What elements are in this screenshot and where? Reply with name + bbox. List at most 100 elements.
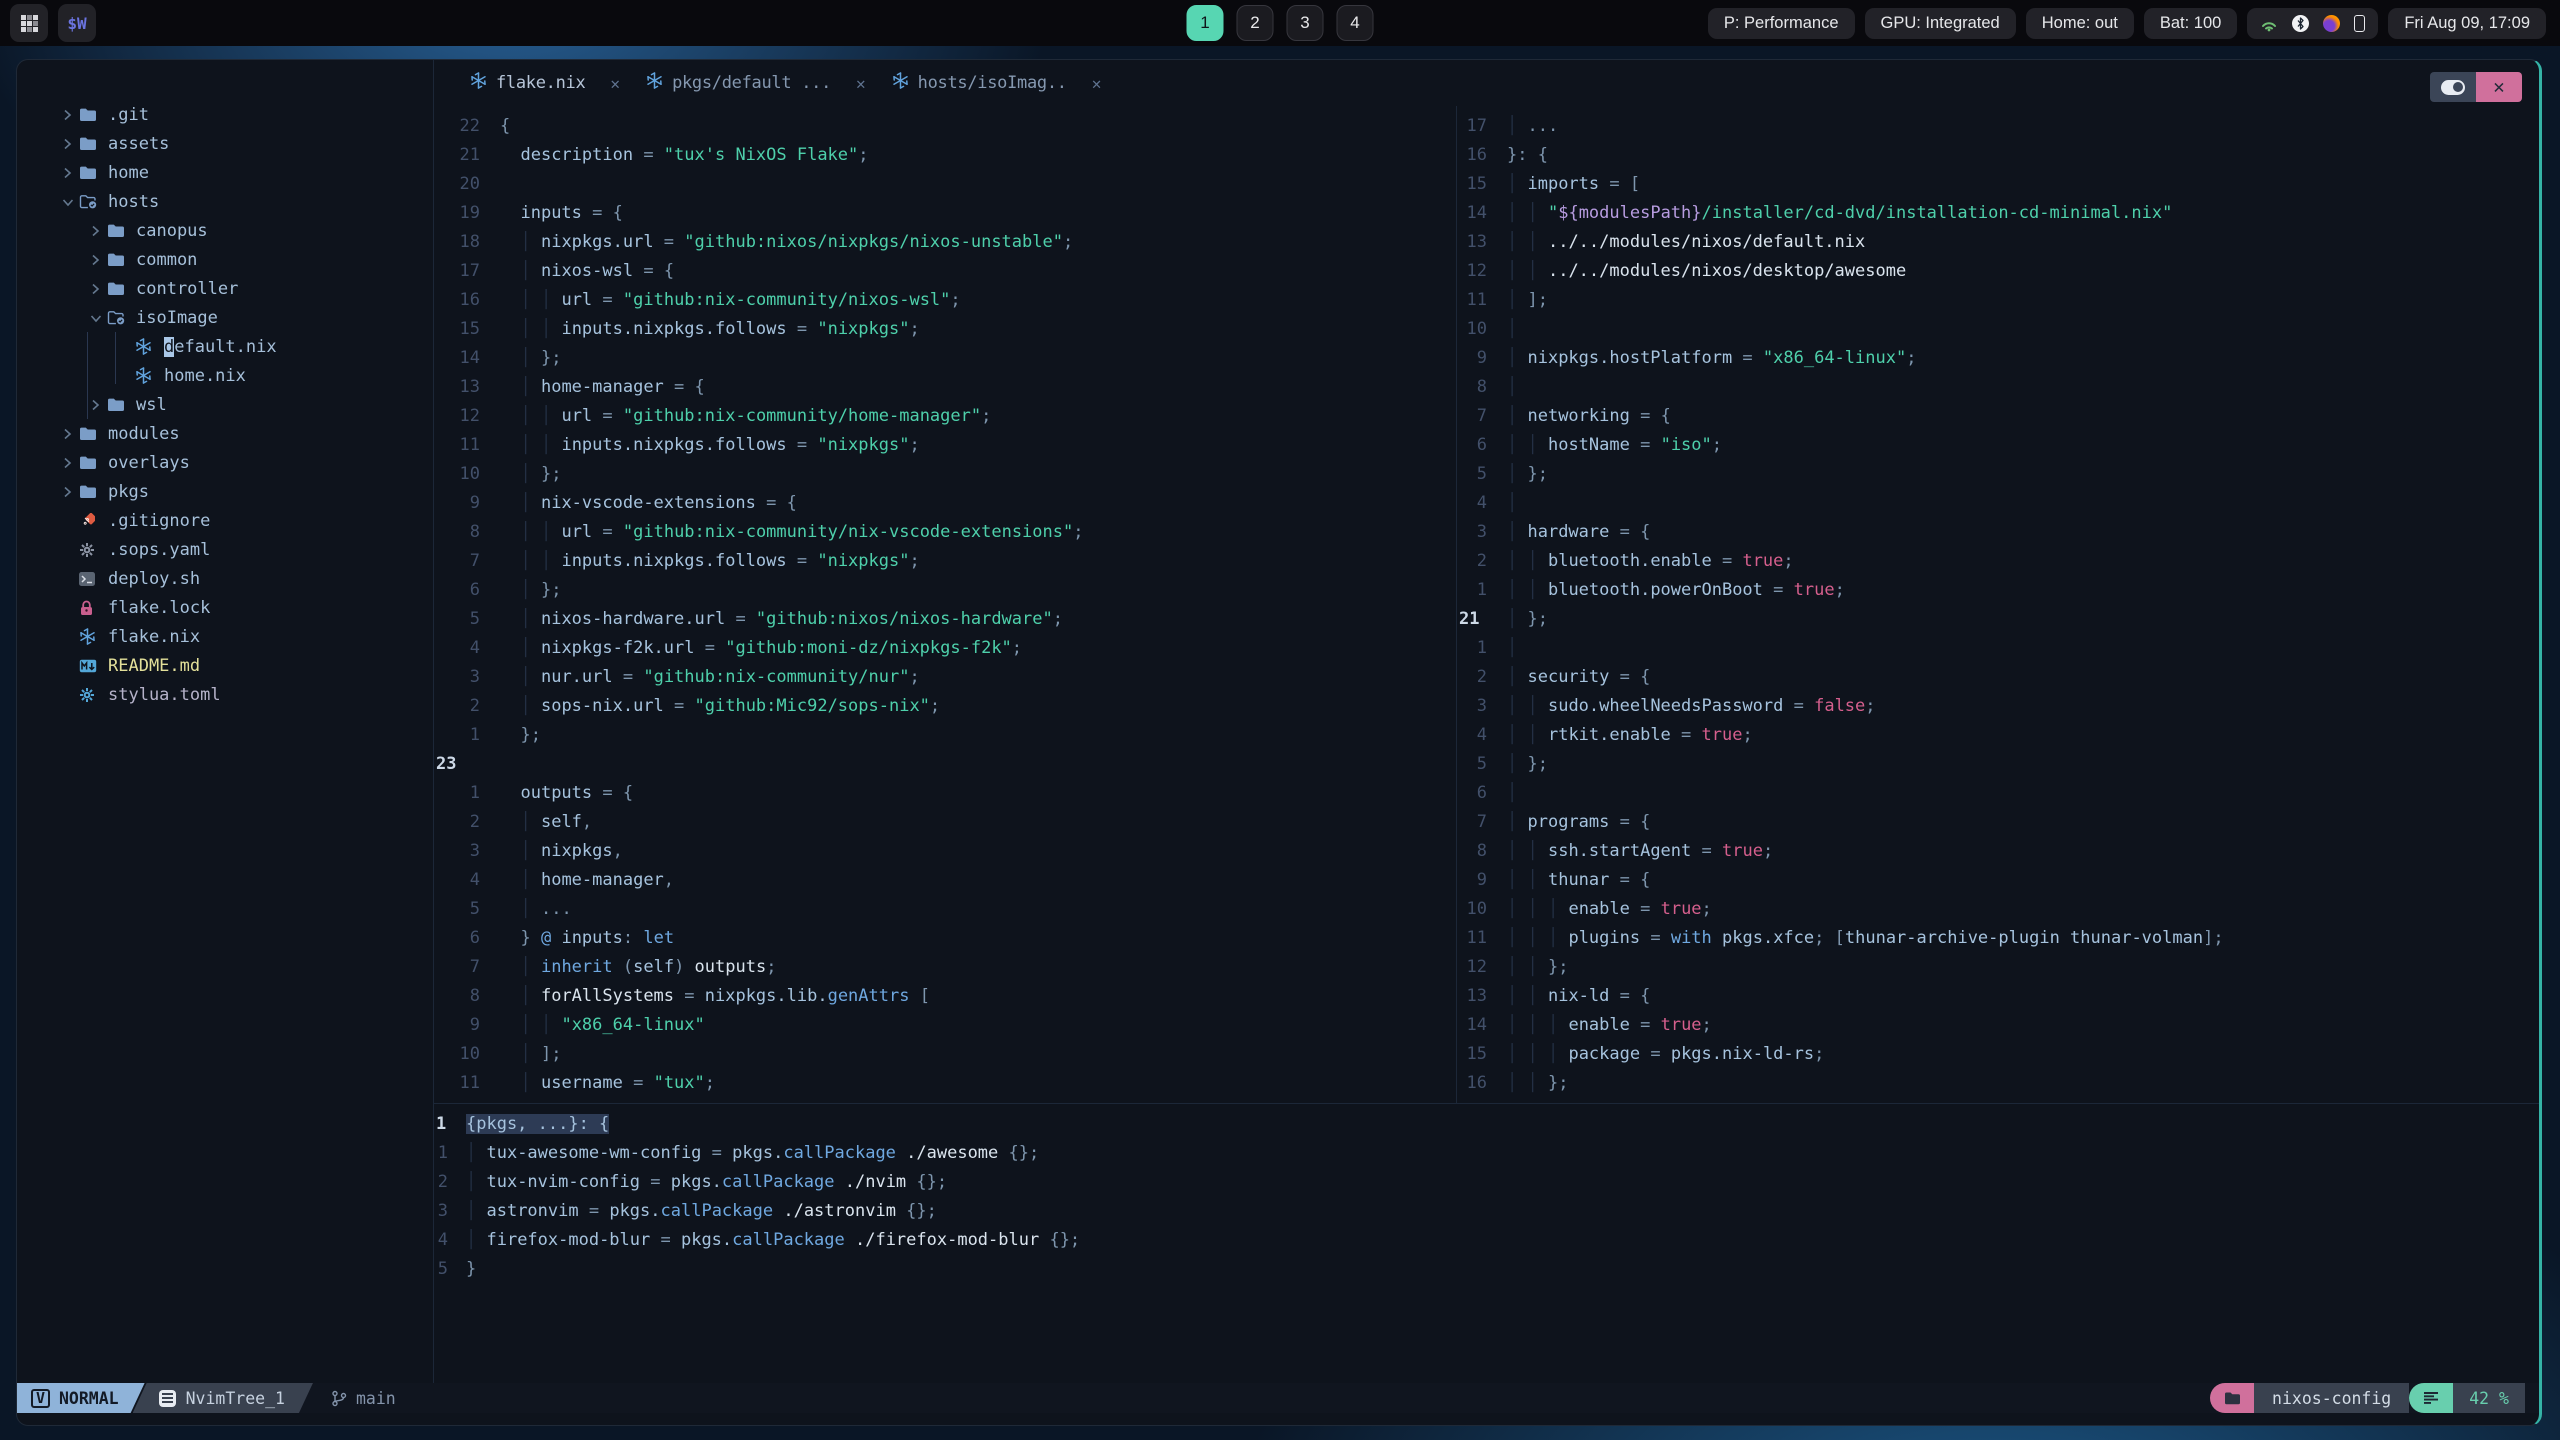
line-number: 5 — [1476, 464, 1487, 484]
tab-label: hosts/isoImag.. — [917, 73, 1067, 93]
code-line: 2 │ security = { — [1457, 663, 2539, 692]
line-number: 14 — [1466, 203, 1487, 223]
clock: Fri Aug 09, 17:09 — [2404, 13, 2530, 32]
code-line: 9 │ │ thunar = { — [1457, 866, 2539, 895]
code-text: │ — [1507, 493, 1518, 513]
tree-item-README.md[interactable]: README.md — [17, 651, 433, 680]
code-line: 1 {pkgs, ...}: { — [434, 1110, 2539, 1139]
line-number: 8 — [469, 522, 480, 542]
tree-item-controller[interactable]: controller — [17, 274, 433, 303]
code-text: │ │ thunar = { — [1507, 870, 1651, 890]
code-text: │ │ "${modulesPath}/installer/cd-dvd/ins… — [1507, 203, 2173, 223]
workspace-3[interactable]: 3 — [1286, 5, 1324, 41]
code-line: 8 │ — [1457, 373, 2539, 402]
gpu-pill[interactable]: GPU: Integrated — [1864, 7, 2016, 39]
terminal-window: .git assets home hosts canopus common controll… — [16, 59, 2542, 1426]
tree-item-.git[interactable]: .git — [17, 100, 433, 129]
folder-icon — [79, 165, 99, 180]
tab-pkgs-default-[interactable]: pkgs/default ... ✕ — [646, 72, 866, 94]
tree-item-label: README.md — [108, 655, 201, 676]
tree-item-pkgs[interactable]: pkgs — [17, 477, 433, 506]
workspace-2[interactable]: 2 — [1236, 5, 1274, 41]
code-text: │ imports = [ — [1507, 174, 1641, 194]
app-launcher-button[interactable] — [10, 4, 48, 42]
tab-flake-nix[interactable]: flake.nix ✕ — [470, 72, 620, 94]
close-button[interactable]: ✕ — [2476, 72, 2522, 102]
clock-pill[interactable]: Fri Aug 09, 17:09 — [2388, 7, 2546, 39]
power-profile-pill[interactable]: P: Performance — [1707, 7, 1855, 39]
nix-icon — [135, 338, 155, 355]
editor-pkgs-default-nix[interactable]: 1 {pkgs, ...}: {1 │ tux-awesome-wm-config … — [434, 1104, 2539, 1383]
line-number: 10 — [459, 1044, 480, 1064]
code-text: │ │ bluetooth.powerOnBoot = true; — [1507, 580, 1845, 600]
project-folder-segment — [2210, 1383, 2255, 1413]
tree-item-hosts[interactable]: hosts — [17, 187, 433, 216]
tree-item-stylua.toml[interactable]: stylua.toml — [17, 680, 433, 709]
workspace-4[interactable]: 4 — [1336, 5, 1374, 41]
tree-item-assets[interactable]: assets — [17, 129, 433, 158]
tree-item-label: .git — [108, 104, 149, 125]
code-line: 3 │ astronvim = pkgs.callPackage ./astron… — [434, 1197, 2539, 1226]
code-line: 7 │ programs = { — [1457, 808, 2539, 837]
code-text: │ networking = { — [1507, 406, 1671, 426]
code-line: 2 │ tux-nvim-config = pkgs.callPackage ./… — [434, 1168, 2539, 1197]
folder-icon — [79, 107, 99, 122]
tree-item-isoImage[interactable]: isoImage — [17, 303, 433, 332]
top-status-bar: $W 1234 P: Performance GPU: Integrated H… — [0, 0, 2560, 46]
tree-item-default.nix[interactable]: default.nix — [17, 332, 433, 361]
code-line: 7 │ inherit (self) outputs; — [434, 953, 1456, 982]
code-line: 3 │ nur.url = "github:nix-community/nur"… — [434, 663, 1456, 692]
buffer-icon — [159, 1390, 176, 1407]
code-text: │ │ bluetooth.enable = true; — [1507, 551, 1794, 571]
code-line: 14 │ }; — [434, 344, 1456, 373]
folder-icon — [107, 397, 127, 412]
line-number: 8 — [1476, 841, 1487, 861]
system-tray[interactable] — [2247, 7, 2379, 39]
toggle-button[interactable] — [2430, 72, 2476, 102]
tree-item-wsl[interactable]: wsl — [17, 390, 433, 419]
tree-item-common[interactable]: common — [17, 245, 433, 274]
folder-icon — [107, 281, 127, 296]
dollar-w-button[interactable]: $W — [58, 4, 96, 42]
tree-item-flake.nix[interactable]: flake.nix — [17, 622, 433, 651]
tab-close-icon[interactable]: ✕ — [856, 74, 866, 93]
tree-item-.sops.yaml[interactable]: .sops.yaml — [17, 535, 433, 564]
code-text: outputs = { — [520, 783, 634, 803]
editor-flake-nix[interactable]: 22{21 description = "tux's NixOS Flake";… — [434, 106, 1456, 1103]
nix-icon — [135, 367, 155, 384]
code-text: │ sops-nix.url = "github:Mic92/sops-nix"… — [520, 696, 941, 716]
code-line: 11 │ │ inputs.nixpkgs.follows = "nixpkgs… — [434, 431, 1456, 460]
tree-item-home.nix[interactable]: home.nix — [17, 361, 433, 390]
code-text: │ forAllSystems = nixpkgs.lib.genAttrs [ — [520, 986, 930, 1006]
tree-item-canopus[interactable]: canopus — [17, 216, 433, 245]
tree-item-flake.lock[interactable]: flake.lock — [17, 593, 433, 622]
chevron-right-icon — [61, 108, 79, 122]
tree-item-deploy.sh[interactable]: deploy.sh — [17, 564, 433, 593]
code-text: │ │ │ plugins = with pkgs.xfce; [thunar-… — [1507, 928, 2224, 948]
tree-item-home[interactable]: home — [17, 158, 433, 187]
editor-iso-default-nix[interactable]: 17 │ ... 16}: {15 │ imports = [14 │ │ "${mod… — [1457, 106, 2539, 1103]
tab-close-icon[interactable]: ✕ — [610, 74, 620, 93]
tab-close-icon[interactable]: ✕ — [1092, 74, 1102, 93]
tree-item-.gitignore[interactable]: .gitignore — [17, 506, 433, 535]
code-line: 12 │ │ }; — [1457, 953, 2539, 982]
folder-icon — [107, 252, 127, 267]
code-text: │ │ │ enable = true; — [1507, 899, 1712, 919]
indicator-icon — [2323, 14, 2341, 32]
tree-item-modules[interactable]: modules — [17, 419, 433, 448]
line-number: 16 — [1466, 145, 1487, 165]
tab-hosts-isoImag-[interactable]: hosts/isoImag.. ✕ — [892, 72, 1102, 94]
line-number: 7 — [469, 957, 480, 977]
scroll-percent: 42 % — [2453, 1383, 2525, 1413]
mode-segment: V NORMAL — [17, 1383, 145, 1413]
code-text: │ │ rtkit.enable = true; — [1507, 725, 1753, 745]
tree-item-overlays[interactable]: overlays — [17, 448, 433, 477]
line-number: 4 — [469, 870, 480, 890]
line-number: 2 — [469, 812, 480, 832]
chevron-right-icon — [61, 456, 79, 470]
home-pill[interactable]: Home: out — [2025, 7, 2134, 39]
battery-pill[interactable]: Bat: 100 — [2143, 7, 2238, 39]
tree-item-label: deploy.sh — [108, 568, 201, 589]
workspace-1[interactable]: 1 — [1186, 5, 1224, 41]
